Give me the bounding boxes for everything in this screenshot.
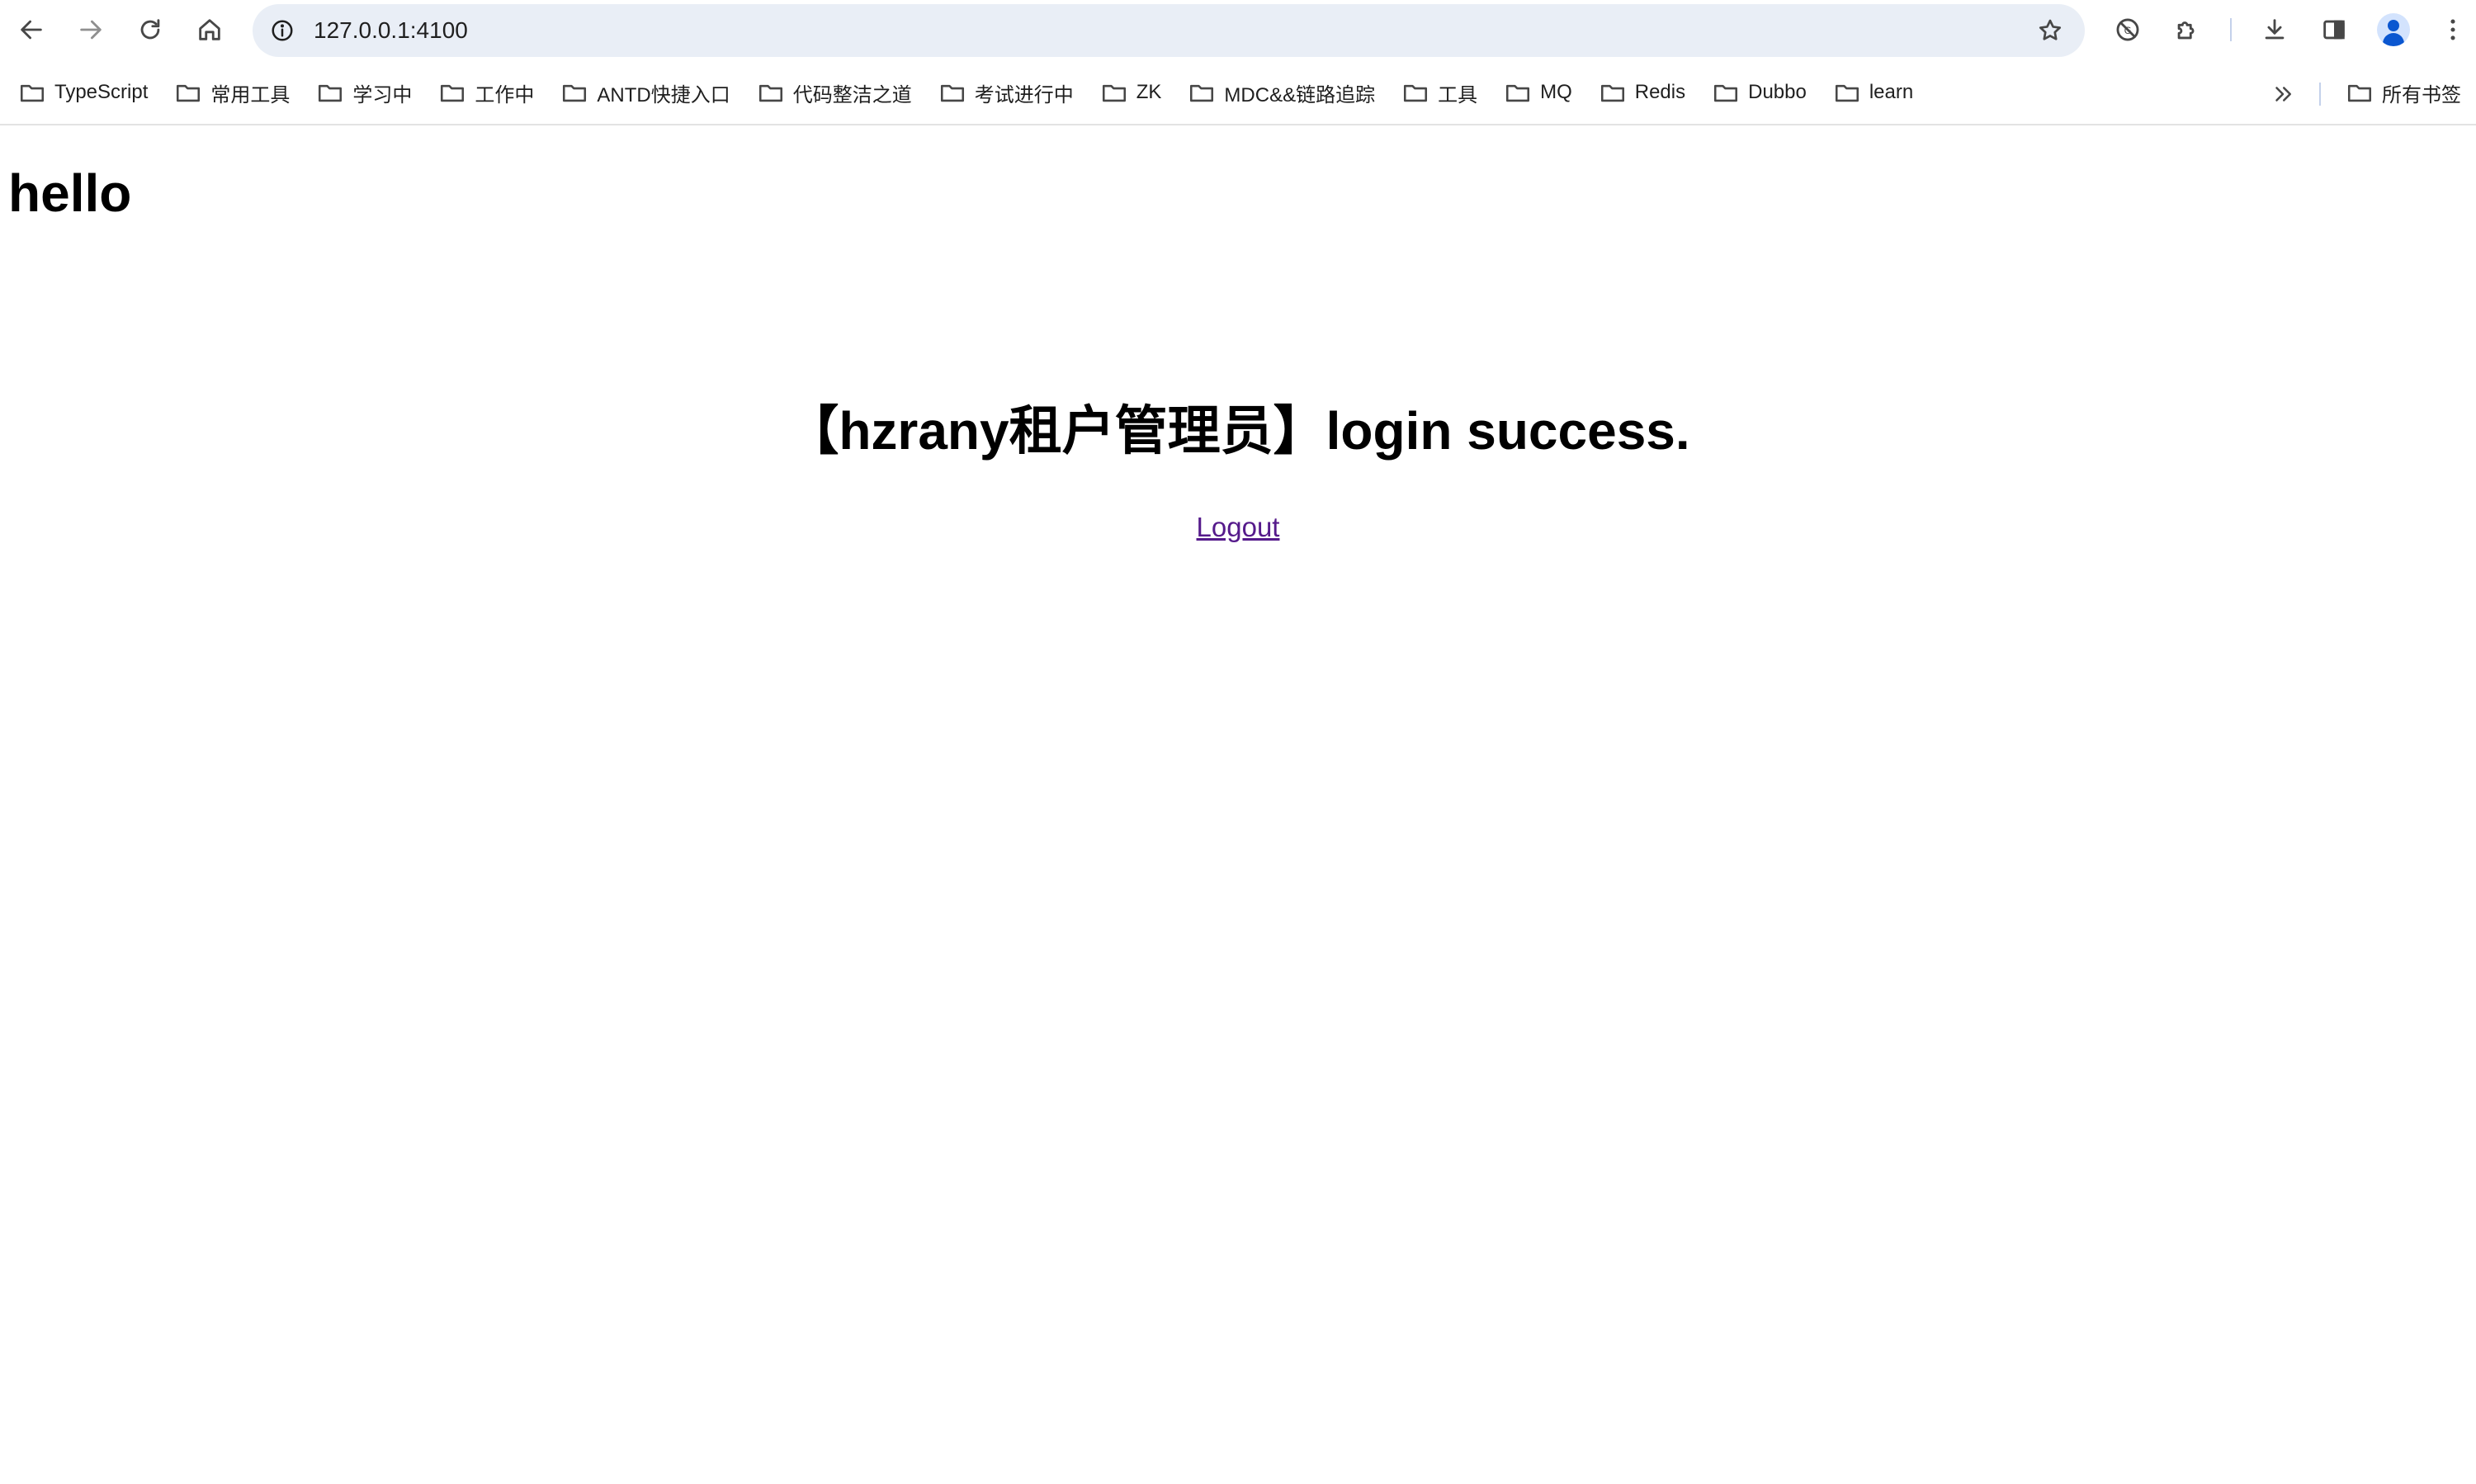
site-info-icon[interactable] — [264, 12, 300, 49]
logout-link[interactable]: Logout — [1197, 512, 1280, 542]
bookmark-label: 考试进行中 — [974, 83, 1074, 106]
bookmark-label: 工具 — [1438, 83, 1478, 106]
download-icon[interactable] — [2255, 10, 2294, 50]
folder-icon — [2346, 78, 2374, 106]
all-bookmarks-folder[interactable]: 所有书签 — [2341, 69, 2466, 116]
folder-icon — [757, 78, 785, 106]
bookmark-label: ZK — [1136, 81, 1162, 103]
bookmark-label: Redis — [1634, 81, 1686, 103]
bookmark-label: TypeScript — [54, 81, 149, 103]
bookmark-folder[interactable]: 工具 — [1393, 69, 1486, 116]
folder-icon — [1401, 78, 1429, 106]
reload-icon[interactable] — [130, 10, 170, 50]
all-bookmarks-label: 所有书签 — [2382, 83, 2461, 106]
bookmark-folder[interactable]: 学习中 — [308, 69, 420, 116]
profile-avatar[interactable] — [2377, 13, 2410, 46]
bookmark-label: 学习中 — [352, 83, 413, 106]
url-text[interactable]: 127.0.0.1:4100 — [314, 4, 468, 57]
bookmark-label: learn — [1869, 81, 1914, 103]
bookmarks-bar: TypeScript 常用工具 学习中 工作中 ANTD快捷入口 代码整洁之道 考试进行中 Z… — [0, 59, 2476, 125]
page-content: hello 【hzrany租户管理员】login success. Logout — [0, 127, 2476, 1484]
bookmark-label: Dubbo — [1748, 81, 1807, 103]
bookmark-folder[interactable]: MQ — [1496, 69, 1581, 116]
folder-icon — [174, 78, 202, 106]
bookmark-folder[interactable]: 常用工具 — [166, 69, 298, 116]
menu-icon[interactable] — [2435, 10, 2471, 50]
bookmark-label: ANTD快捷入口 — [597, 83, 730, 106]
browser-toolbar: 127.0.0.1:4100 G — [0, 0, 2476, 59]
forward-icon[interactable] — [71, 10, 111, 50]
bookmark-folder[interactable]: learn — [1825, 69, 1921, 116]
translate-icon[interactable]: G — [2108, 10, 2148, 50]
bookmark-star-icon[interactable] — [2032, 12, 2068, 49]
address-bar[interactable]: 127.0.0.1:4100 — [253, 4, 2085, 57]
folder-icon — [1712, 78, 1740, 106]
home-icon[interactable] — [190, 10, 229, 50]
bookmark-label: MQ — [1540, 81, 1572, 103]
bookmark-label: MDC&&链路追踪 — [1224, 83, 1376, 106]
folder-icon — [1599, 78, 1627, 106]
extensions-icon[interactable] — [2167, 10, 2207, 50]
folder-icon — [18, 78, 46, 106]
bookmark-folder[interactable]: ZK — [1092, 69, 1170, 116]
bookmark-folder[interactable]: 工作中 — [430, 69, 542, 116]
greeting-heading: hello — [8, 163, 132, 223]
bookmark-label: 工作中 — [475, 83, 535, 106]
folder-icon — [1833, 78, 1861, 106]
folder-icon — [938, 78, 966, 106]
bookmark-label: 代码整洁之道 — [792, 83, 912, 106]
bookmarks-divider — [2319, 83, 2321, 106]
bookmark-folder[interactable]: TypeScript — [10, 69, 156, 116]
bookmark-folder[interactable]: 代码整洁之道 — [749, 69, 920, 116]
side-panel-icon[interactable] — [2314, 10, 2354, 50]
login-success-message: 【hzrany租户管理员】login success. — [786, 401, 1690, 461]
folder-icon — [1504, 78, 1532, 106]
svg-text:G: G — [2124, 25, 2132, 36]
bookmark-folder[interactable]: ANTD快捷入口 — [552, 69, 738, 116]
back-icon[interactable] — [12, 10, 51, 50]
bookmark-label: 常用工具 — [210, 83, 291, 106]
folder-icon — [560, 78, 588, 106]
toolbar-divider — [2230, 18, 2232, 41]
folder-icon — [1188, 78, 1216, 106]
folder-icon — [316, 78, 344, 106]
bookmark-folder[interactable]: 考试进行中 — [930, 69, 1082, 116]
folder-icon — [438, 78, 466, 106]
bookmark-folder[interactable]: Dubbo — [1703, 69, 1815, 116]
bookmark-folder[interactable]: Redis — [1590, 69, 1694, 116]
bookmark-folder[interactable]: MDC&&链路追踪 — [1179, 69, 1383, 116]
folder-icon — [1100, 78, 1128, 106]
bookmark-list: TypeScript 常用工具 学习中 工作中 ANTD快捷入口 代码整洁之道 考试进行中 Z… — [10, 69, 1931, 116]
bookmarks-overflow-icon[interactable] — [2265, 76, 2301, 112]
logout-container: Logout — [0, 512, 2476, 543]
